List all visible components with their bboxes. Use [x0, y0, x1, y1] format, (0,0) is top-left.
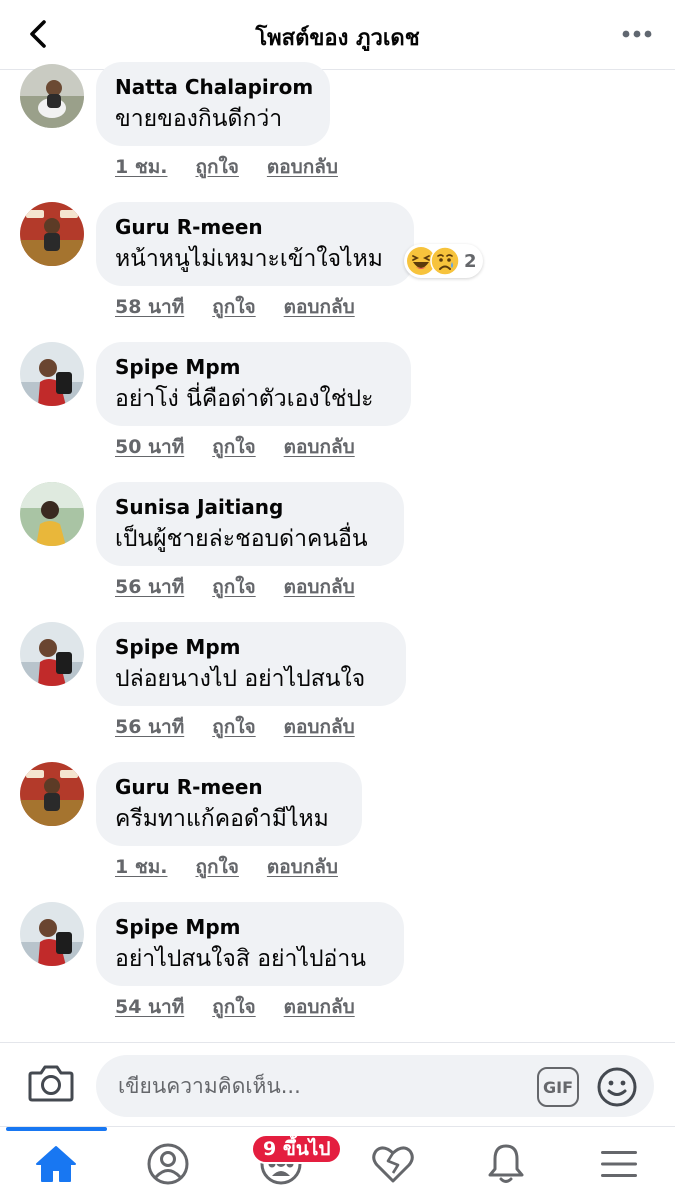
comment-text: อย่าไปสนใจสิ อย่าไปอ่าน — [115, 946, 367, 972]
comment-bubble[interactable]: Guru R-meen ครีมทาแก้คอดำมีไหม — [96, 762, 362, 846]
comment-item: Guru R-meen หน้าหนูไม่เหมาะเข้าใจไหม 2 5… — [0, 202, 675, 342]
comment-text: เป็นผู้ชายล่ะชอบด่าคนอื่น — [115, 526, 368, 552]
comment-bubble[interactable]: Spipe Mpm ปล่อยนางไป อย่าไปสนใจ — [96, 622, 406, 706]
comment-author[interactable]: Guru R-meen — [115, 774, 342, 800]
comment-bubble[interactable]: Guru R-meen หน้าหนูไม่เหมาะเข้าใจไหม — [96, 202, 414, 286]
reply-button[interactable]: ตอบกลับ — [284, 992, 355, 1020]
comment-item: Sunisa Jaitiang เป็นผู้ชายล่ะชอบด่าคนอื่… — [0, 482, 675, 622]
comment-bubble[interactable]: Natta Chalapirom ขายของกินดีกว่า — [96, 62, 330, 146]
avatar[interactable] — [20, 902, 84, 966]
more-horizontal-icon — [622, 30, 652, 38]
comment-author[interactable]: Spipe Mpm — [115, 354, 391, 380]
comment-author[interactable]: Guru R-meen — [115, 214, 394, 240]
avatar[interactable] — [20, 342, 84, 406]
camera-button[interactable] — [28, 1063, 76, 1107]
comment-text: ครีมทาแก้คอดำมีไหม — [115, 806, 329, 832]
comment-composer: GIF — [0, 1042, 675, 1126]
comment-text: อย่าโง่ นี่คือด่าตัวเองใช่ปะ — [115, 386, 374, 412]
dating-heart-icon — [372, 1146, 414, 1183]
comment-text: ปล่อยนางไป อย่าไปสนใจ — [115, 666, 366, 692]
comment-bubble[interactable]: Spipe Mpm อย่าโง่ นี่คือด่าตัวเองใช่ปะ — [96, 342, 411, 426]
avatar[interactable] — [20, 622, 84, 686]
avatar[interactable] — [20, 202, 84, 266]
comment-timestamp[interactable]: 54 นาที — [115, 992, 184, 1020]
comment-actions: 50 นาที ถูกใจ ตอบกลับ — [115, 432, 355, 460]
comment-list: Natta Chalapirom ขายของกินดีกว่า 1 ชม. ถ… — [0, 62, 675, 1042]
tab-dating[interactable] — [337, 1127, 449, 1200]
comment-text: หน้าหนูไม่เหมาะเข้าใจไหม — [115, 246, 383, 272]
like-button[interactable]: ถูกใจ — [212, 992, 255, 1020]
comment-actions: 58 นาที ถูกใจ ตอบกลับ — [115, 292, 355, 320]
tab-notifications[interactable] — [450, 1127, 562, 1200]
reply-button[interactable]: ตอบกลับ — [284, 572, 355, 600]
comment-actions: 56 นาที ถูกใจ ตอบกลับ — [115, 572, 355, 600]
comment-item: Spipe Mpm ปล่อยนางไป อย่าไปสนใจ 56 นาที … — [0, 622, 675, 762]
comment-timestamp[interactable]: 1 ชม. — [115, 852, 167, 880]
reaction-summary[interactable]: 2 — [404, 244, 483, 278]
comment-timestamp[interactable]: 56 นาที — [115, 572, 184, 600]
like-button[interactable]: ถูกใจ — [212, 292, 255, 320]
sad-reaction-icon — [430, 246, 460, 276]
reply-button[interactable]: ตอบกลับ — [284, 432, 355, 460]
reply-button[interactable]: ตอบกลับ — [284, 292, 355, 320]
top-nav-bar: โพสต์ของ ภูวเดช — [0, 0, 675, 70]
bell-icon — [488, 1144, 524, 1183]
comment-item: Spipe Mpm อย่าไปสนใจสิ อย่าไปอ่าน 54 นาท… — [0, 902, 675, 1042]
like-button[interactable]: ถูกใจ — [212, 572, 255, 600]
comment-actions: 1 ชม. ถูกใจ ตอบกลับ — [115, 852, 338, 880]
avatar[interactable] — [20, 482, 84, 546]
tab-profile[interactable] — [112, 1127, 224, 1200]
groups-notification-badge[interactable]: 9 ขึ้นไป — [251, 1134, 343, 1164]
more-options-button[interactable] — [617, 18, 657, 50]
badge-label: 9 ขึ้นไป — [263, 1138, 331, 1160]
bottom-tab-bar: 9 ขึ้นไป — [0, 1126, 675, 1200]
comment-author[interactable]: Spipe Mpm — [115, 914, 384, 940]
avatar[interactable] — [20, 64, 84, 128]
comment-text: ขายของกินดีกว่า — [115, 106, 283, 132]
comment-timestamp[interactable]: 56 นาที — [115, 712, 184, 740]
gif-label: GIF — [542, 1077, 573, 1097]
gif-button[interactable]: GIF — [537, 1067, 579, 1107]
comment-bubble[interactable]: Spipe Mpm อย่าไปสนใจสิ อย่าไปอ่าน — [96, 902, 404, 986]
comment-item: Spipe Mpm อย่าโง่ นี่คือด่าตัวเองใช่ปะ 5… — [0, 342, 675, 482]
comment-author[interactable]: Natta Chalapirom — [115, 74, 313, 100]
comment-actions: 56 นาที ถูกใจ ตอบกลับ — [115, 712, 355, 740]
comment-bubble[interactable]: Sunisa Jaitiang เป็นผู้ชายล่ะชอบด่าคนอื่… — [96, 482, 404, 566]
comment-item: Natta Chalapirom ขายของกินดีกว่า 1 ชม. ถ… — [0, 62, 675, 202]
like-button[interactable]: ถูกใจ — [212, 432, 255, 460]
like-button[interactable]: ถูกใจ — [195, 852, 238, 880]
emoji-button[interactable] — [596, 1066, 638, 1108]
emoji-smile-icon — [597, 1067, 637, 1107]
comment-timestamp[interactable]: 1 ชม. — [115, 152, 167, 180]
comment-author[interactable]: Spipe Mpm — [115, 634, 386, 660]
reaction-count: 2 — [464, 250, 477, 272]
reply-button[interactable]: ตอบกลับ — [284, 712, 355, 740]
like-button[interactable]: ถูกใจ — [212, 712, 255, 740]
comment-item: Guru R-meen ครีมทาแก้คอดำมีไหม 1 ชม. ถูก… — [0, 762, 675, 902]
reply-button[interactable]: ตอบกลับ — [267, 852, 338, 880]
camera-icon — [28, 1065, 74, 1102]
profile-icon — [147, 1143, 189, 1185]
home-icon — [36, 1146, 76, 1182]
menu-icon — [601, 1151, 637, 1177]
avatar[interactable] — [20, 762, 84, 826]
reply-button[interactable]: ตอบกลับ — [267, 152, 338, 180]
comment-timestamp[interactable]: 58 นาที — [115, 292, 184, 320]
like-button[interactable]: ถูกใจ — [195, 152, 238, 180]
comment-author[interactable]: Sunisa Jaitiang — [115, 494, 384, 520]
page-title: โพสต์ของ ภูวเดช — [255, 26, 420, 51]
tab-menu[interactable] — [563, 1127, 675, 1200]
comment-timestamp[interactable]: 50 นาที — [115, 432, 184, 460]
comment-actions: 1 ชม. ถูกใจ ตอบกลับ — [115, 152, 338, 180]
comment-actions: 54 นาที ถูกใจ ตอบกลับ — [115, 992, 355, 1020]
tab-home[interactable] — [0, 1127, 112, 1200]
